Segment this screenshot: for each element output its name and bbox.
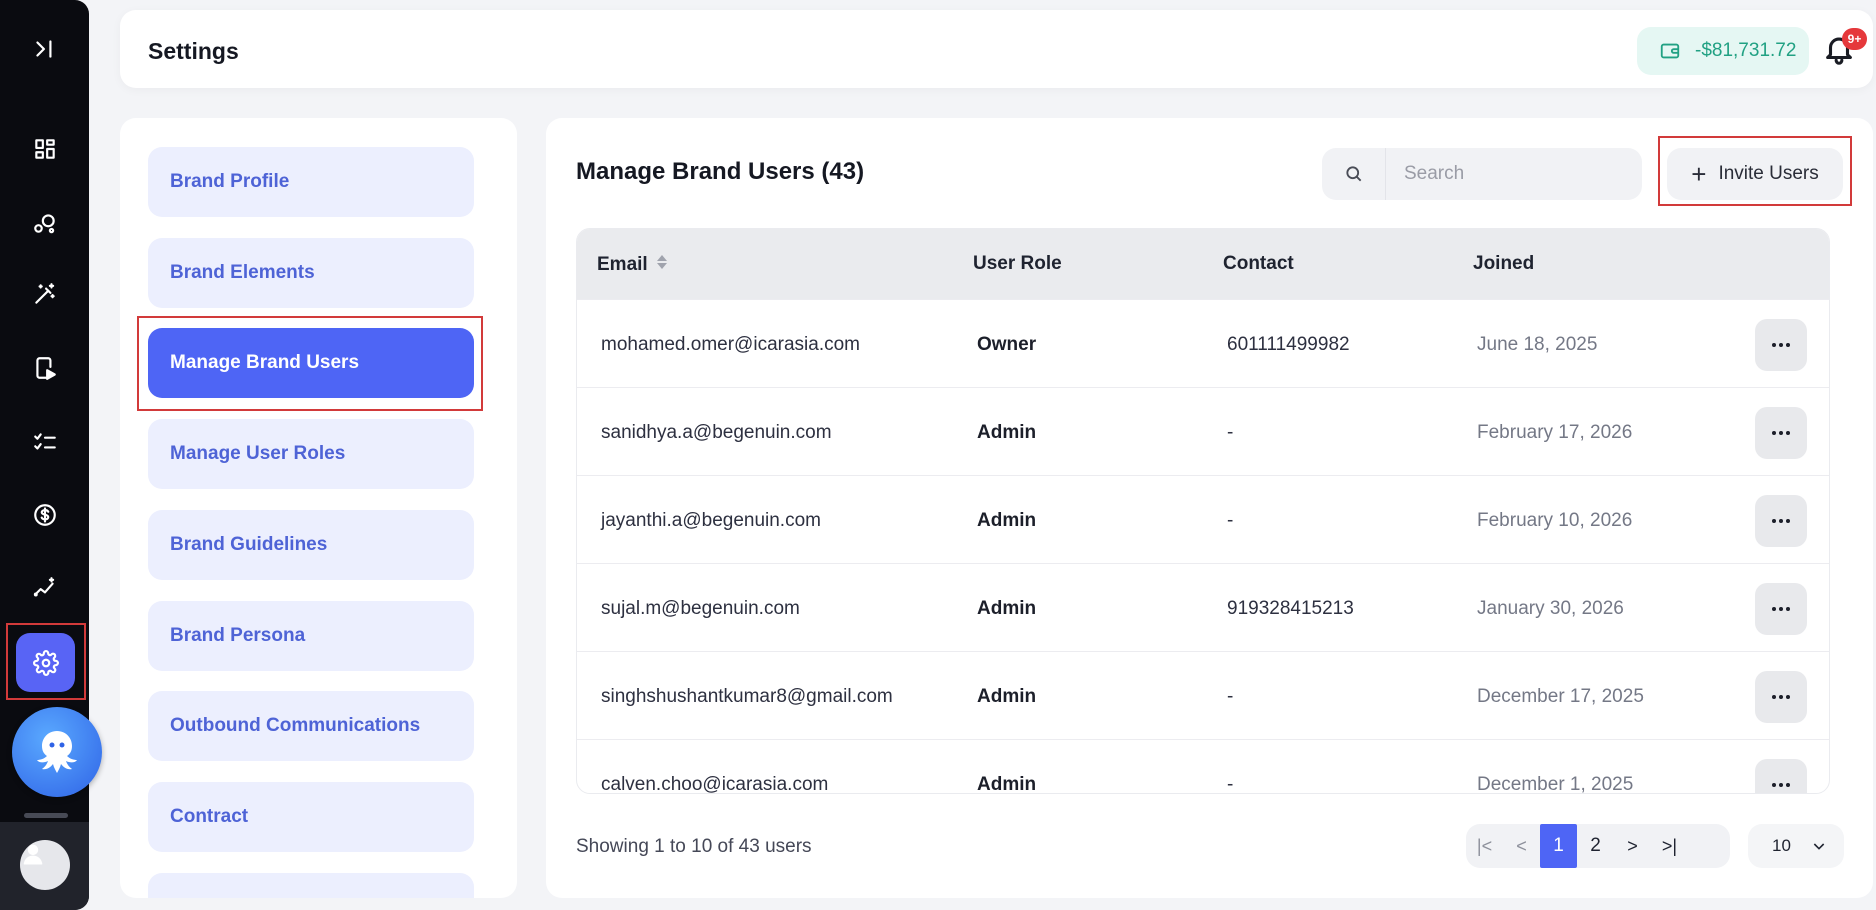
avatar[interactable] [20,840,70,890]
row-contact: - [1227,686,1234,707]
page-1-button[interactable]: 1 [1540,824,1577,868]
row-email: sanidhya.a@begenuin.com [601,422,832,443]
sort-icon[interactable] [656,253,668,277]
table-row: sanidhya.a@begenuin.com Admin - February… [577,387,1829,475]
notification-badge: 9+ [1842,28,1867,50]
users-table: Email User Role Contact Joined mohamed.o… [576,228,1830,794]
dashboard-icon[interactable] [24,128,66,170]
table-row: jayanthi.a@begenuin.com Admin - February… [577,475,1829,563]
table-row: singhshushantkumar8@gmail.com Admin - De… [577,651,1829,739]
checklist-icon[interactable] [24,421,66,463]
row-role: Admin [977,686,1037,707]
column-joined: Joined [1473,253,1535,274]
nav-brand-guidelines[interactable]: Brand Guidelines [148,510,474,580]
section-title: Manage Brand Users (43) [576,158,865,185]
first-page-button[interactable]: |< [1466,824,1503,868]
notifications-button[interactable]: 9+ [1822,28,1867,76]
row-contact: 919328415213 [1227,598,1354,619]
row-actions-button[interactable] [1755,759,1807,793]
row-joined: December 17, 2025 [1477,686,1644,707]
magic-wand-icon[interactable] [24,273,66,315]
wallet-amount: -$81,731.72 [1695,40,1797,61]
mobile-video-icon[interactable] [24,347,66,389]
row-actions-button[interactable] [1755,583,1807,635]
last-page-button[interactable]: >| [1651,824,1688,868]
per-page-select[interactable]: 10 [1748,824,1844,868]
chevron-down-icon [1813,843,1825,850]
column-email-label: Email [597,254,648,275]
row-actions-button[interactable] [1755,495,1807,547]
pagination: |< < 1 2 > >| [1466,824,1730,868]
row-joined: February 10, 2026 [1477,510,1633,531]
analytics-icon[interactable] [24,567,66,609]
invite-highlight-box [1658,136,1852,206]
nav-highlight-box [137,316,483,411]
table-row: mohamed.omer@icarasia.com Owner 60111149… [577,299,1829,387]
row-contact: 601111499982 [1227,334,1350,355]
octopus-assistant-icon[interactable] [12,707,102,797]
row-role: Owner [977,334,1037,355]
search-box [1322,148,1642,200]
row-contact: - [1227,422,1234,443]
row-email: singhshushantkumar8@gmail.com [601,686,893,707]
nav-brand-elements[interactable]: Brand Elements [148,238,474,308]
row-joined: February 17, 2026 [1477,422,1633,443]
search-icon [1322,148,1386,200]
pagination-summary: Showing 1 to 10 of 43 users [576,836,812,857]
per-page-value: 10 [1772,836,1791,855]
settings-nav: Brand Profile Brand Elements Manage Bran… [120,118,517,898]
row-email: mohamed.omer@icarasia.com [601,334,860,355]
nav-brand-persona[interactable]: Brand Persona [148,601,474,671]
search-input[interactable] [1388,148,1638,200]
row-email: sujal.m@begenuin.com [601,598,800,619]
prev-page-button[interactable]: < [1503,824,1540,868]
row-actions-button[interactable] [1755,671,1807,723]
wallet-balance[interactable]: -$81,731.72 [1637,27,1809,75]
column-email[interactable]: Email [597,253,668,277]
row-contact: - [1227,510,1234,531]
row-joined: December 1, 2025 [1477,774,1634,794]
row-contact: - [1227,774,1234,794]
row-role: Admin [977,422,1037,443]
row-role: Admin [977,510,1037,531]
top-header: Settings -$81,731.72 9+ [120,10,1873,88]
page-2-button[interactable]: 2 [1577,824,1614,868]
nav-brand-profile[interactable]: Brand Profile [148,147,474,217]
row-joined: January 30, 2026 [1477,598,1624,619]
dollar-icon[interactable] [24,494,66,536]
row-email: calven.choo@icarasia.com [601,774,829,794]
nav-item-partial[interactable] [148,873,474,898]
rail-divider [24,813,68,818]
wallet-icon [1660,43,1680,59]
row-joined: June 18, 2025 [1477,334,1598,355]
settings-highlight-box [6,623,86,700]
nav-manage-user-roles[interactable]: Manage User Roles [148,419,474,489]
column-user-role: User Role [973,253,1062,274]
collapse-icon[interactable] [24,28,66,70]
table-row: sujal.m@begenuin.com Admin 919328415213 … [577,563,1829,651]
row-role: Admin [977,598,1037,619]
nav-contract[interactable]: Contract [148,782,474,852]
row-actions-button[interactable] [1755,319,1807,371]
row-role: Admin [977,774,1037,794]
page-title: Settings [148,38,239,64]
integrations-icon[interactable] [24,202,66,244]
column-contact: Contact [1223,253,1294,274]
row-email: jayanthi.a@begenuin.com [601,510,821,531]
table-header: Email User Role Contact Joined [577,229,1829,299]
users-panel: Manage Brand Users (43) + Invite Users E… [546,118,1873,898]
row-actions-button[interactable] [1755,407,1807,459]
table-row: calven.choo@icarasia.com Admin - Decembe… [577,739,1829,794]
next-page-button[interactable]: > [1614,824,1651,868]
nav-outbound-communications[interactable]: Outbound Communications [148,691,474,761]
